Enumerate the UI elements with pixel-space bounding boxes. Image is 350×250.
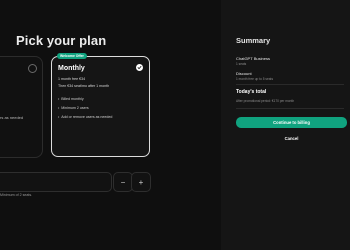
summary-discount-label: Discount: [236, 71, 252, 76]
summary-divider: [236, 84, 344, 85]
todays-total-title: Today's total: [236, 89, 267, 95]
plan-feature-annual: rs as needed: [0, 115, 24, 120]
plan-card-monthly[interactable]: Welcome Offer Monthly 1 month free €34 T…: [51, 53, 150, 157]
page-title: Pick your plan: [16, 33, 107, 48]
plan-feature: • Add or remove users as needed: [58, 115, 113, 119]
seats-minimum-note: Minimum of 2 seats.: [0, 193, 33, 197]
decrement-seats-button[interactable]: −: [113, 172, 133, 192]
summary-divider: [236, 108, 344, 109]
summary-title: Summary: [236, 36, 271, 45]
summary-product-name: ChatGPT Business: [236, 56, 270, 61]
increment-seats-button[interactable]: +: [131, 172, 151, 192]
radio-icon[interactable]: [28, 64, 37, 73]
summary-discount-detail: 1 month free up to 5 seats: [236, 77, 274, 81]
welcome-offer-badge: Welcome Offer: [57, 53, 87, 60]
plan-feature: • Minimum 2 users: [58, 106, 89, 110]
continue-to-billing-button[interactable]: Continue to billing: [236, 117, 347, 128]
todays-total-detail: After promotional period: €170 per month: [236, 99, 295, 103]
summary-product-seats: 1 seats: [236, 62, 247, 66]
plan-feature: • Billed monthly: [58, 97, 84, 101]
cancel-button[interactable]: Cancel: [236, 136, 347, 141]
price-line-intro: 1 month free €34: [58, 77, 86, 81]
price-line-after: Then €34 seat/mo after 1 month: [58, 84, 110, 88]
plan-name: Monthly: [58, 65, 85, 72]
seats-input[interactable]: [0, 172, 112, 192]
summary-panel: Summary ChatGPT Business 1 seats Discoun…: [221, 0, 350, 250]
check-icon: [136, 64, 143, 71]
plan-card-annual[interactable]: rs as needed: [0, 56, 43, 158]
